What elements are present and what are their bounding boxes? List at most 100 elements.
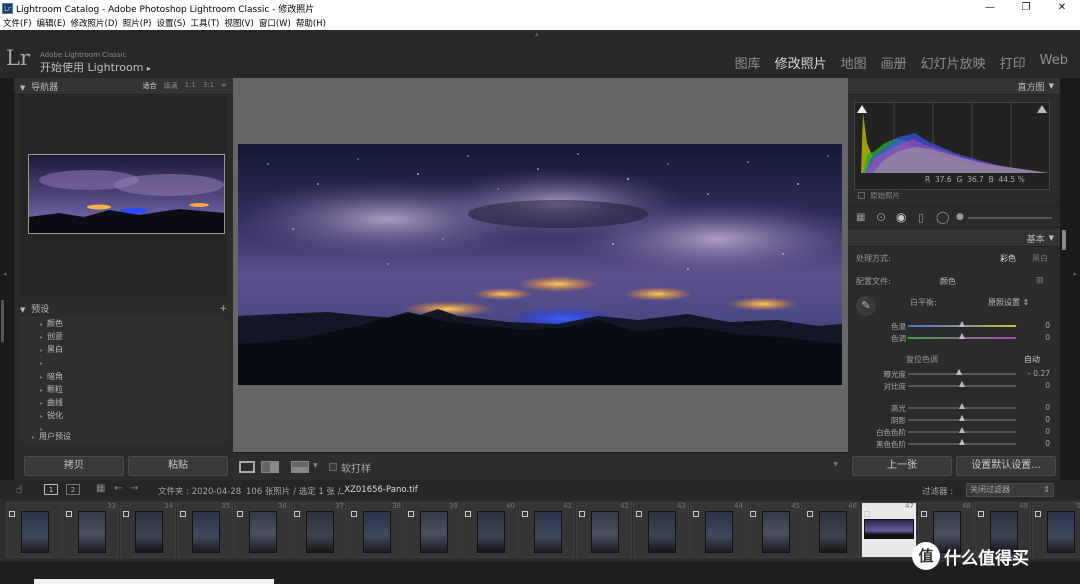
filmstrip-thumbnail[interactable]: 41	[519, 502, 575, 558]
crop-grid-icon[interactable]: ▦	[856, 212, 865, 223]
adjustment-brush-icon[interactable]: ●	[956, 212, 964, 222]
filmstrip-thumbnail[interactable]: 37	[291, 502, 347, 558]
filmstrip-thumbnail[interactable]: 47	[861, 502, 917, 558]
slider-tint[interactable]: 色调 0	[848, 332, 1060, 344]
soft-proof-checkbox[interactable]	[329, 463, 337, 471]
filmstrip-thumbnail[interactable]: 46	[804, 502, 860, 558]
filmstrip-thumbnail[interactable]: 39	[405, 502, 461, 558]
reset-button[interactable]: 设置默认设置...	[956, 456, 1056, 476]
slider-value[interactable]: 0	[1045, 381, 1050, 390]
close-button[interactable]: ✕	[1044, 0, 1080, 16]
before-after-icon[interactable]	[261, 461, 279, 473]
slider-value[interactable]: 0	[1045, 403, 1050, 412]
slider-value[interactable]: – 0.27	[1027, 369, 1050, 378]
module-map[interactable]: 地图	[841, 53, 867, 72]
minimize-button[interactable]: —	[972, 0, 1008, 16]
slider-knob[interactable]	[959, 415, 965, 421]
treatment-color[interactable]: 彩色	[1000, 253, 1016, 264]
menu-develop[interactable]: 修改照片(D)	[71, 17, 118, 29]
page-1-button[interactable]: 1	[44, 484, 58, 495]
toolbar-menu-icon[interactable]: ▼	[833, 461, 838, 468]
brush-size-slider[interactable]	[968, 217, 1052, 219]
menu-tools[interactable]: 工具(T)	[191, 17, 220, 29]
forward-arrow-icon[interactable]: →	[130, 483, 138, 494]
red-eye-icon[interactable]: ◉	[896, 210, 906, 224]
filmstrip-thumbnail[interactable]	[6, 502, 62, 558]
menu-edit[interactable]: 编辑(E)	[37, 17, 66, 29]
menu-view[interactable]: 视图(V)	[224, 17, 253, 29]
folder-label[interactable]: 文件夹 : 2020-04-28	[158, 485, 241, 497]
add-preset-button[interactable]: +	[219, 304, 227, 314]
preset-color[interactable]: 颜色	[20, 317, 228, 330]
left-scrollbar[interactable]	[1, 300, 4, 342]
basic-header[interactable]: 基本 ▼	[848, 230, 1060, 247]
menu-settings[interactable]: 设置(S)	[157, 17, 186, 29]
radial-filter-icon[interactable]: ◯	[936, 210, 949, 224]
slider-highlights[interactable]: 高光 0	[848, 402, 1060, 414]
slider-whites[interactable]: 白色色阶 0	[848, 426, 1060, 438]
identity-tagline[interactable]: 开始使用 Lightroom ▸	[40, 59, 151, 75]
filmstrip-thumbnail[interactable]: 35	[177, 502, 233, 558]
preset-grain[interactable]: 颗粒	[20, 383, 228, 396]
right-outer-scroll[interactable]	[1062, 230, 1066, 250]
page-2-button[interactable]: 2	[66, 484, 80, 495]
filmstrip-thumbnail[interactable]: 42	[576, 502, 632, 558]
filmstrip-thumbnail[interactable]: 38	[348, 502, 404, 558]
menu-window[interactable]: 窗口(W)	[259, 17, 291, 29]
module-web[interactable]: Web	[1040, 53, 1068, 72]
menu-photo[interactable]: 照片(P)	[123, 17, 152, 29]
before-after-mode-icon[interactable]	[291, 461, 309, 473]
slider-value[interactable]: 0	[1045, 321, 1050, 330]
white-balance-picker-icon[interactable]: ✎	[856, 296, 876, 316]
copy-button[interactable]: 拷贝	[24, 456, 124, 476]
slider-knob[interactable]	[959, 381, 965, 387]
maximize-button[interactable]: ❐	[1008, 0, 1044, 16]
filmstrip-thumbnail[interactable]: 50	[1032, 502, 1080, 558]
zoom-fit[interactable]: 适合	[143, 81, 157, 91]
slider-knob[interactable]	[959, 333, 965, 339]
view-menu-icon[interactable]: ▼	[313, 462, 318, 469]
slider-track[interactable]	[908, 373, 1016, 375]
zoom-3-1[interactable]: 3:1	[203, 81, 214, 91]
navigator-preview[interactable]	[20, 96, 227, 296]
module-develop[interactable]: 修改照片	[775, 53, 827, 72]
filmstrip-scroll-thumb[interactable]	[34, 579, 274, 584]
module-library[interactable]: 图库	[735, 53, 761, 72]
highlight-clip-icon[interactable]	[1037, 105, 1047, 113]
slider-exposure[interactable]: 曝光度 – 0.27	[848, 368, 1060, 380]
preset-bw[interactable]: 黑白	[20, 343, 228, 356]
slider-knob[interactable]	[955, 369, 962, 375]
secondary-display-icon[interactable]: ☝	[16, 483, 23, 496]
preset-curve[interactable]: 曲线	[20, 396, 228, 409]
filmstrip-thumbnail[interactable]: 36	[234, 502, 290, 558]
slider-value[interactable]: 0	[1045, 333, 1050, 342]
profile-browser-icon[interactable]: ⊞	[1036, 276, 1044, 286]
module-slideshow[interactable]: 幻灯片放映	[921, 53, 986, 72]
selected-filename[interactable]: _XZ01656-Pano.tif	[340, 485, 418, 495]
slider-value[interactable]: 0	[1045, 415, 1050, 424]
filmstrip-thumbnail[interactable]: 34	[120, 502, 176, 558]
slider-blacks[interactable]: 黑色色阶 0	[848, 438, 1060, 450]
module-book[interactable]: 画册	[881, 53, 907, 72]
slider-knob[interactable]	[959, 321, 965, 327]
filter-select[interactable]: 关闭过滤器 ⇕	[966, 483, 1054, 497]
presets-header[interactable]: ▼ 预设 +	[14, 300, 233, 317]
zoom-fill[interactable]: 填满	[164, 81, 178, 91]
graduated-filter-icon[interactable]: ▯	[918, 211, 924, 224]
slider-value[interactable]: 0	[1045, 439, 1050, 448]
preset-creative[interactable]: 创意	[20, 330, 228, 343]
top-panel-toggle-icon[interactable]: ▴	[535, 30, 539, 38]
slider-temp[interactable]: 色温 0	[848, 320, 1060, 332]
shadow-clip-icon[interactable]	[857, 105, 867, 113]
preset-vignette[interactable]: 暗角	[20, 370, 228, 383]
filmstrip-thumbnail[interactable]: 44	[690, 502, 746, 558]
grid-view-icon[interactable]: ▦	[96, 483, 105, 494]
left-panel-toggle-icon[interactable]: ◂	[3, 270, 7, 278]
original-photo-checkbox[interactable]	[858, 192, 865, 199]
zoom-1-1[interactable]: 1:1	[185, 81, 196, 91]
treatment-bw[interactable]: 黑白	[1032, 253, 1048, 264]
wb-value[interactable]: 原照设置 ⇕	[988, 297, 1029, 308]
module-print[interactable]: 打印	[1000, 53, 1026, 72]
right-panel-toggle-icon[interactable]: ▸	[1073, 270, 1077, 278]
filmstrip-thumbnail[interactable]: 45	[747, 502, 803, 558]
